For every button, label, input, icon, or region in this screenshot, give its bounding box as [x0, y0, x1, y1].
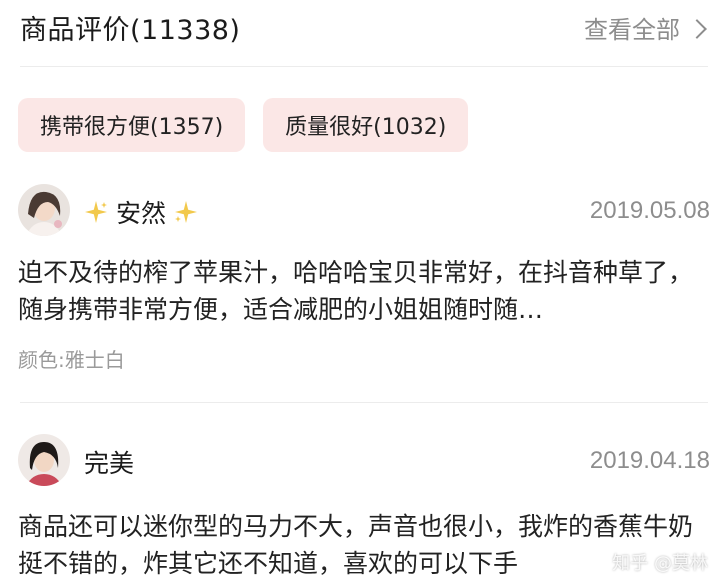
- reviews-header: 商品评价(11338) 查看全部: [0, 0, 720, 60]
- reviews-title: 商品评价(11338): [20, 15, 241, 46]
- sparkle-icon: [175, 201, 198, 223]
- review-date: 2019.05.08: [589, 197, 710, 224]
- review-date: 2019.04.18: [589, 447, 710, 474]
- header-divider: [20, 66, 708, 67]
- chevron-right-icon: [687, 18, 707, 39]
- review-variant: 颜色:雅士白: [18, 348, 125, 372]
- review-tag-list: 携带很方便(1357) 质量很好(1032): [18, 98, 469, 152]
- review-content[interactable]: 商品还可以迷你型的马力不大，声音也很小，我炸的香蕉牛奶挺不错的，炸其它还不知道，…: [18, 508, 708, 582]
- view-all-label: 查看全部: [584, 16, 680, 44]
- reviewer-name-text: 完美: [84, 449, 135, 478]
- watermark: 知乎 @莫林: [612, 553, 708, 574]
- review-content[interactable]: 迫不及待的榨了苹果汁，哈哈哈宝贝非常好，在抖音种草了，随身携带非常方便，适合减肥…: [18, 254, 708, 328]
- review-divider: [20, 402, 708, 403]
- view-all-link[interactable]: 查看全部: [584, 10, 707, 45]
- avatar[interactable]: [18, 184, 70, 236]
- review-item: 安然 2019.05.08 迫不及待的榨了苹果汁，哈哈哈宝贝非常好，在抖音种草了…: [0, 184, 720, 394]
- reviewer-name: 安然: [84, 194, 198, 230]
- reviewer-name: 完美: [84, 444, 134, 480]
- review-tag-quality[interactable]: 质量很好(1032): [263, 98, 469, 152]
- avatar[interactable]: [18, 434, 70, 486]
- review-tag-portable[interactable]: 携带很方便(1357): [18, 98, 246, 152]
- sparkle-icon: [85, 201, 107, 223]
- reviewer-name-text: 安然: [116, 199, 167, 228]
